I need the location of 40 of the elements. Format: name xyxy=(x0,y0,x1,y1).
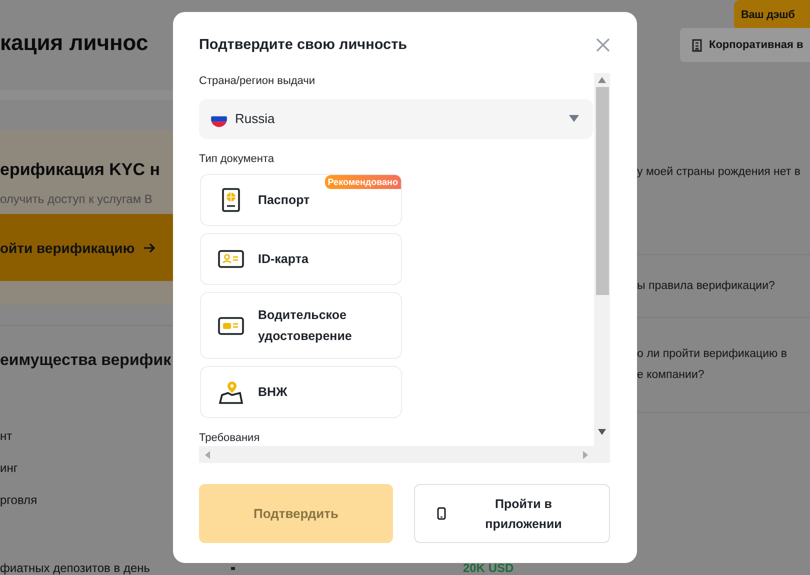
banner-title: ерификация KYC н xyxy=(0,160,162,180)
dashboard-button[interactable]: Ваш дэшб xyxy=(734,0,810,30)
dialog-title: Подтвердите свою личность xyxy=(199,37,408,53)
corporate-button[interactable]: Корпоративная в xyxy=(680,28,810,62)
building-icon xyxy=(692,38,702,52)
start-verification-button[interactable]: ойти верификацию xyxy=(0,214,173,281)
faq-question[interactable]: у моей страны рождения нет в xyxy=(637,164,810,180)
close-button[interactable] xyxy=(596,38,610,52)
field-label: Требования xyxy=(199,432,261,446)
location-pin-icon xyxy=(218,379,244,406)
document-option[interactable]: ID-карта xyxy=(200,233,402,286)
document-option[interactable]: ВНЖ xyxy=(200,366,402,418)
scroll-right-icon[interactable] xyxy=(583,450,588,458)
open-in-app-button[interactable]: Пройти в приложении xyxy=(414,484,610,543)
field-label: Тип документа xyxy=(199,152,276,166)
limit-value: 20K USD xyxy=(463,561,514,575)
faq-question[interactable]: о ли пройти верификацию в xyxy=(637,346,810,363)
field-label: Страна/регион выдачи xyxy=(199,75,316,89)
banner-subtitle: олучить доступ к услугам В xyxy=(0,192,154,206)
caret-icon xyxy=(569,115,579,122)
vertical-scrollbar[interactable] xyxy=(594,73,610,463)
limit-label: фиатных депозитов в день xyxy=(0,561,151,575)
document-option[interactable]: Водительское удостоверение xyxy=(200,292,402,360)
recommended-badge: Рекомендовано xyxy=(324,175,401,190)
scroll-down-icon[interactable] xyxy=(598,429,606,435)
benefit-label: инг xyxy=(0,460,19,477)
phone-icon xyxy=(437,507,446,520)
page-title: кация личнос xyxy=(0,30,148,56)
faq-question[interactable]: е компании? xyxy=(637,367,810,384)
benefit-label: нт xyxy=(0,428,14,445)
benefit-label: рговля xyxy=(0,492,38,509)
arrow-icon xyxy=(142,242,156,254)
country-select[interactable]: Russia xyxy=(199,98,593,139)
document-option[interactable]: Паспорт Рекомендовано xyxy=(200,174,402,226)
section-title: еимущества верифик xyxy=(0,352,172,370)
scroll-up-icon[interactable] xyxy=(598,77,606,83)
scroll-left-icon[interactable] xyxy=(205,450,210,458)
dash-icon xyxy=(231,566,235,570)
faq-question[interactable]: ы правила верификации? xyxy=(637,278,810,294)
horizontal-scrollbar[interactable] xyxy=(199,446,594,463)
